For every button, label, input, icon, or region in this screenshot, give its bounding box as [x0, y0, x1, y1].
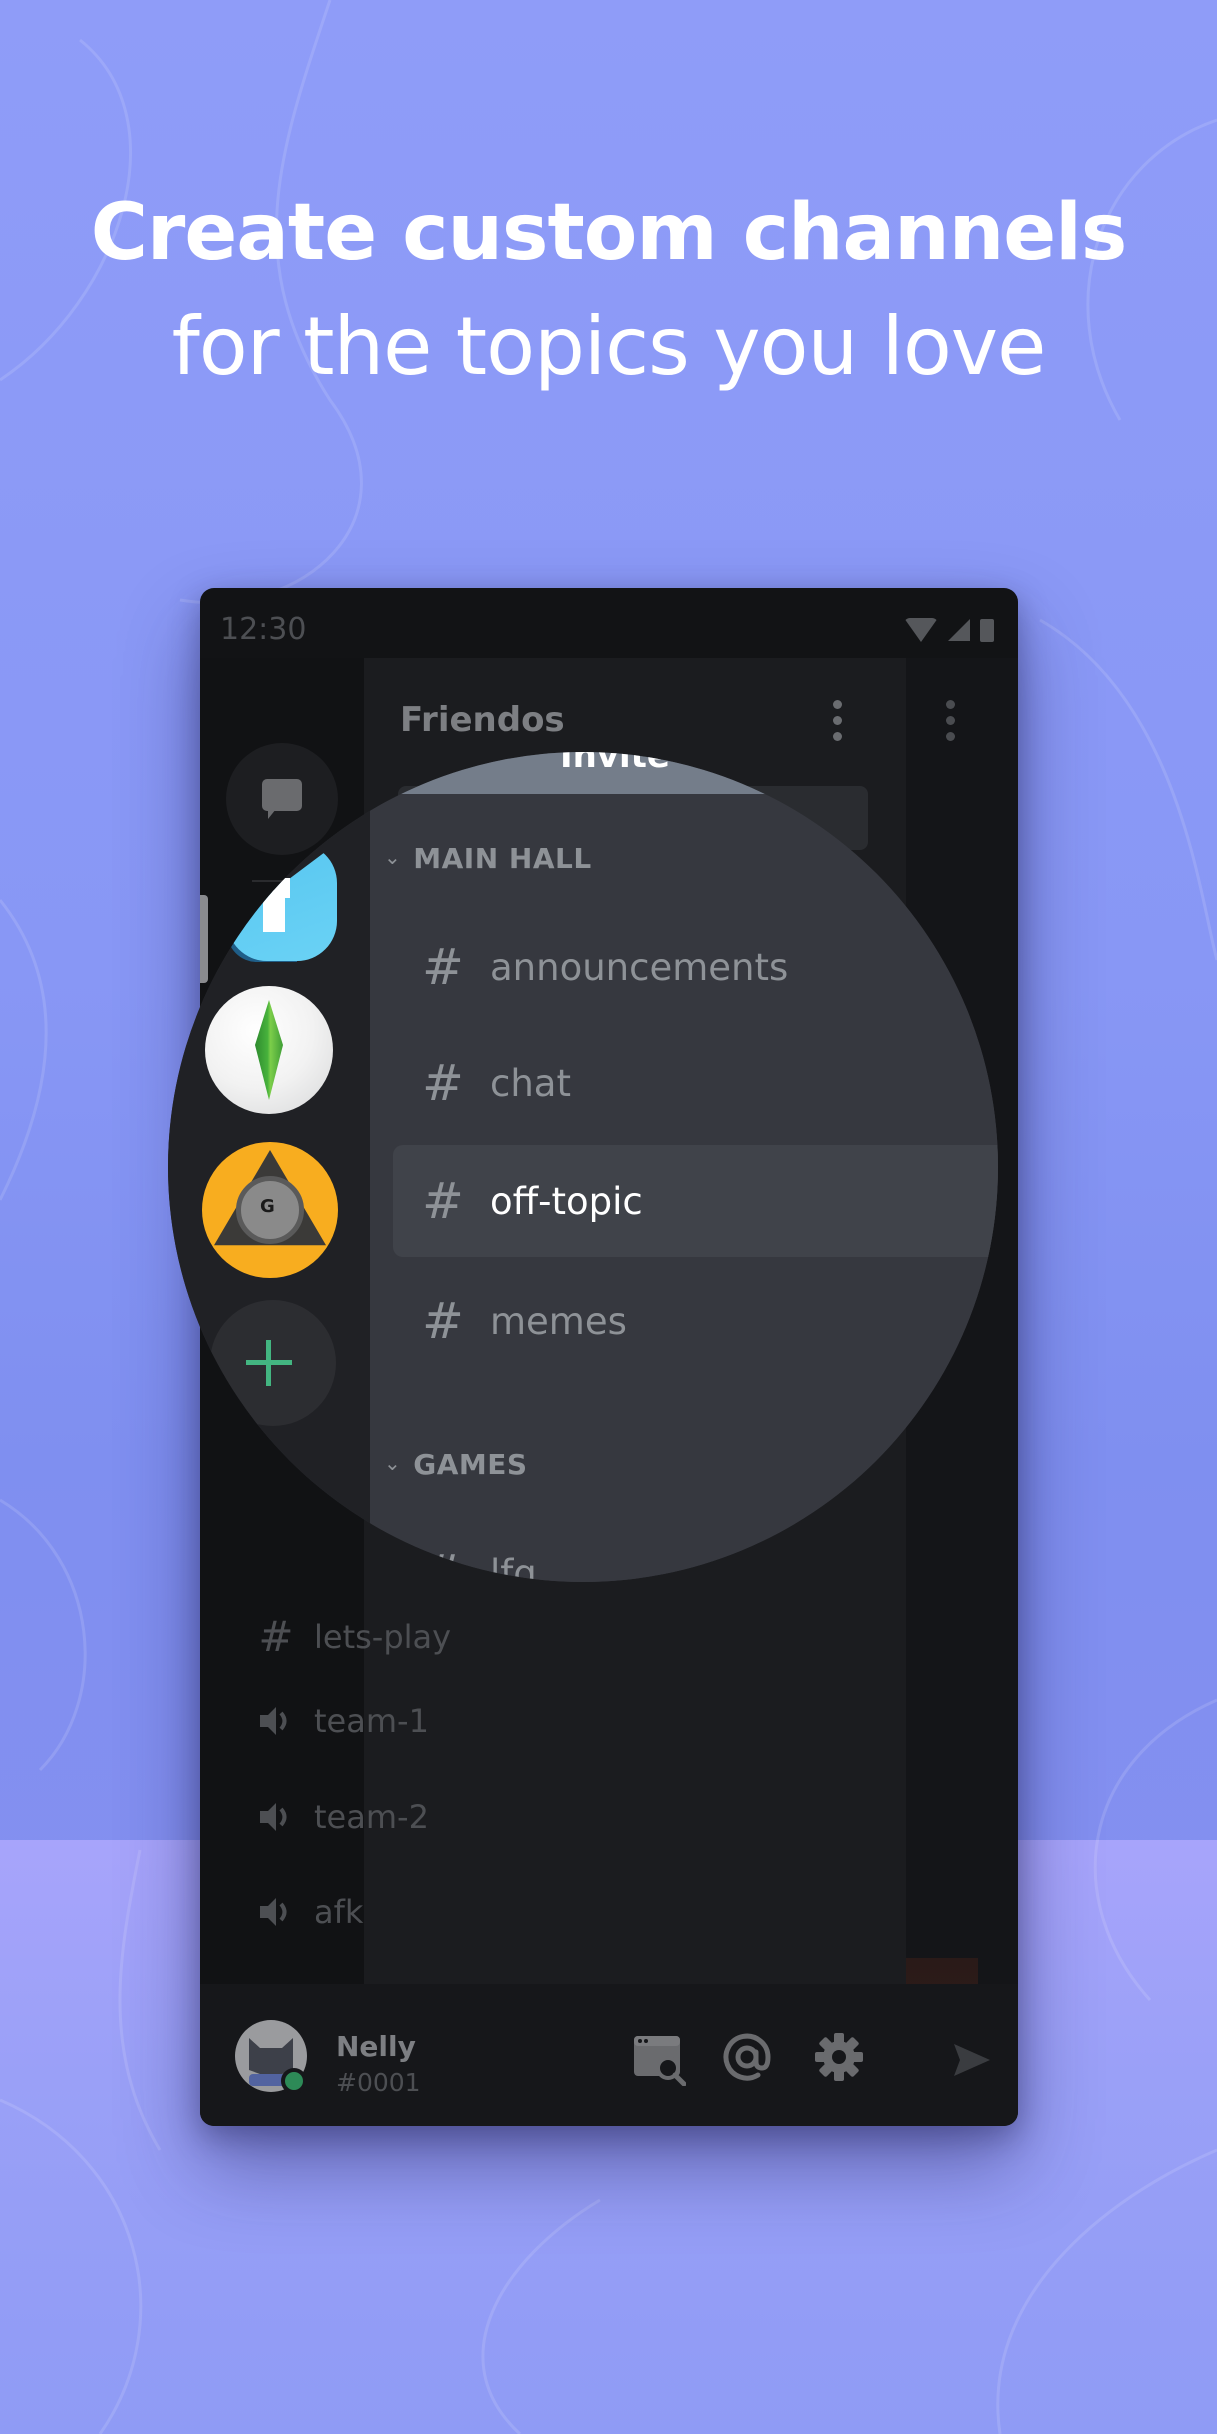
category-label: GAMES — [413, 1448, 528, 1481]
speaker-icon — [260, 1898, 287, 1926]
channel-label: off-topic — [490, 1179, 643, 1223]
invite-label: Invite — [560, 752, 670, 776]
channel-label: afk — [314, 1893, 364, 1931]
magnifier-lens: Invite G ⌄ MAIN HALL # announcements # ch… — [168, 752, 998, 1582]
hash-icon: # — [422, 1172, 464, 1230]
channel-chat[interactable]: # chat — [420, 1054, 571, 1112]
server-name[interactable]: Friendos — [400, 700, 565, 740]
wifi-icon — [904, 618, 938, 642]
signal-icon — [948, 619, 970, 641]
category-games[interactable]: ⌄ GAMES — [384, 1448, 528, 1481]
hash-icon: # — [422, 938, 464, 996]
add-server-button[interactable] — [210, 1300, 336, 1426]
channel-label: memes — [490, 1299, 627, 1343]
channel-label: lfg — [490, 1551, 537, 1583]
category-label: MAIN HALL — [413, 842, 592, 875]
status-bar: 12:30 — [200, 588, 1018, 658]
channel-off-topic[interactable]: # off-topic — [420, 1172, 643, 1230]
hash-icon: # — [258, 1612, 294, 1661]
more-vertical-icon[interactable] — [833, 700, 842, 748]
chevron-down-icon: ⌄ — [384, 1451, 402, 1475]
channel-label: announcements — [490, 945, 789, 989]
speaker-icon — [260, 1707, 287, 1735]
headline-title: Create custom channels — [90, 188, 1128, 278]
channel-lets-play[interactable]: # lets-play — [258, 1612, 451, 1661]
mention-icon[interactable] — [722, 2032, 772, 2082]
hash-icon: # — [422, 1054, 464, 1112]
user-tag: #0001 — [336, 2068, 421, 2097]
channel-announcements[interactable]: # announcements — [420, 938, 788, 996]
online-status-badge — [281, 2068, 307, 2094]
chevron-down-icon: ⌄ — [384, 845, 402, 869]
server-sims[interactable] — [205, 986, 333, 1114]
settings-icon[interactable] — [814, 2032, 864, 2082]
hash-icon: # — [422, 1292, 464, 1350]
channel-label: team-2 — [314, 1798, 429, 1836]
headline-subtitle: for the topics you love — [171, 300, 1047, 393]
user-panel: Nelly #0001 — [200, 1984, 1018, 2126]
battery-icon — [980, 618, 994, 642]
send-icon[interactable] — [952, 2040, 992, 2080]
channel-label: chat — [490, 1061, 571, 1105]
plumbob-icon — [255, 1000, 283, 1100]
channel-label: team-1 — [314, 1702, 429, 1740]
channel-memes[interactable]: # memes — [420, 1292, 627, 1350]
channel-team-2[interactable]: team-2 — [258, 1798, 429, 1836]
channel-afk[interactable]: afk — [258, 1893, 363, 1931]
plus-icon-vertical — [266, 1340, 271, 1386]
channel-team-1[interactable]: team-1 — [258, 1702, 429, 1740]
server-discovery-icon[interactable] — [632, 2032, 686, 2086]
username: Nelly — [336, 2030, 416, 2063]
channel-label: lets-play — [314, 1617, 452, 1656]
server-logo-icon-part — [272, 878, 290, 898]
channel-lfg[interactable]: # lfg — [420, 1544, 537, 1582]
chat-more-icon[interactable] — [946, 700, 955, 748]
server-logo-letter: G — [260, 1196, 275, 1217]
server-yellow[interactable]: G — [202, 1142, 338, 1278]
hash-icon: # — [422, 1544, 464, 1582]
speaker-icon — [260, 1803, 287, 1831]
category-main-hall[interactable]: ⌄ MAIN HALL — [384, 842, 592, 875]
status-time: 12:30 — [220, 612, 307, 647]
